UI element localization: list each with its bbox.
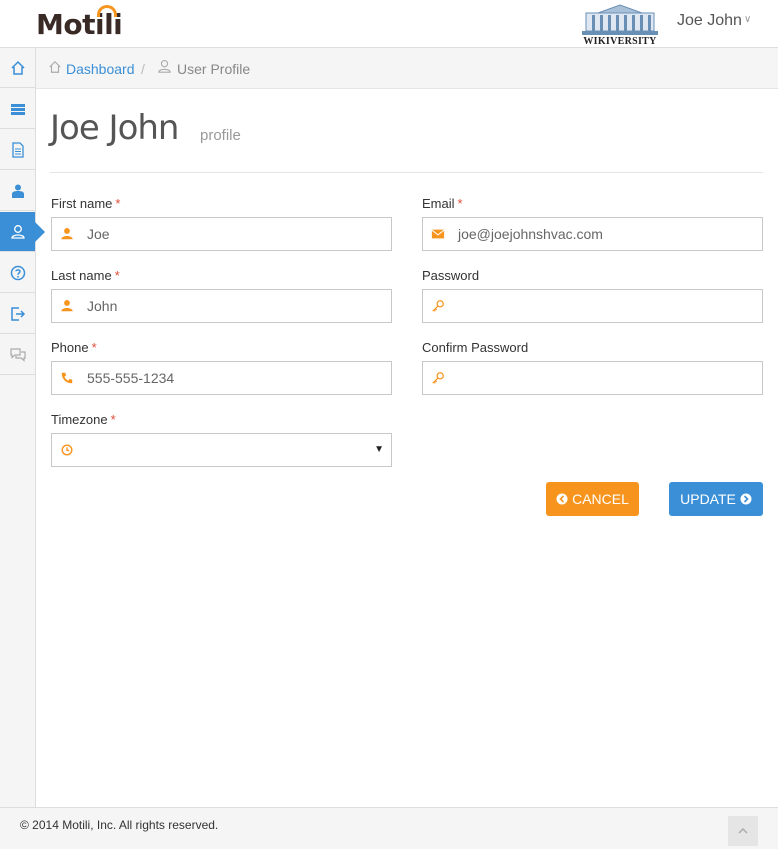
required-marker: * (115, 196, 121, 211)
confirm-password-label: Confirm Password (422, 340, 529, 355)
user-menu[interactable]: Joe John (677, 12, 742, 30)
footer: © 2014 Motili, Inc. All rights reserved. (0, 807, 778, 849)
key-icon (432, 300, 444, 312)
logout-icon (10, 306, 25, 321)
email-field[interactable]: joe@joejohnshvac.com (422, 217, 763, 251)
document-icon (11, 141, 24, 158)
list-icon (10, 103, 25, 115)
last-name-value: John (87, 298, 118, 314)
user-icon (10, 224, 25, 239)
timezone-label: Timezone * (51, 412, 116, 427)
breadcrumb: Dashboard / User Profile (36, 48, 778, 89)
user-icon (61, 300, 73, 312)
arrow-circle-right-icon (740, 493, 752, 505)
chevron-up-icon (738, 828, 748, 834)
chevron-down-icon[interactable]: ∨ (744, 14, 751, 25)
page-subtitle: profile (200, 127, 241, 144)
first-name-value: Joe (87, 226, 110, 242)
email-label: Email * (422, 196, 463, 211)
phone-value: 555-555-1234 (87, 370, 175, 386)
breadcrumb-dashboard-link[interactable]: Dashboard (66, 61, 135, 77)
password-field[interactable] (422, 289, 763, 323)
update-button-label: UPDATE (680, 491, 736, 507)
sidebar-item-profile[interactable] (0, 212, 45, 252)
email-value: joe@joejohnshvac.com (458, 226, 603, 242)
sidebar-item-chat[interactable] (0, 335, 35, 375)
required-marker: * (91, 340, 97, 355)
sidebar-item-contractor[interactable] (0, 171, 35, 211)
chat-icon (9, 347, 26, 362)
arrow-circle-left-icon (556, 493, 568, 505)
key-icon (432, 372, 444, 384)
user-icon (158, 60, 171, 73)
sidebar-item-help[interactable] (0, 253, 35, 293)
sidebar-item-logout[interactable] (0, 294, 35, 334)
help-icon (10, 265, 25, 280)
breadcrumb-separator: / (141, 61, 145, 77)
contractor-icon (11, 184, 24, 198)
building-icon (582, 4, 658, 35)
phone-icon (61, 372, 73, 384)
wikiversity-label: WIKIVERSITY (583, 36, 657, 47)
wikiversity-logo: WIKIVERSITY (578, 3, 662, 47)
caret-down-icon: ▼ (374, 444, 384, 455)
required-marker: * (110, 412, 116, 427)
sidebar-item-documents[interactable] (0, 130, 35, 170)
first-name-field[interactable]: Joe (51, 217, 392, 251)
last-name-field[interactable]: John (51, 289, 392, 323)
top-bar: Motili WIKIVERSITY Joe John ∨ (0, 0, 778, 48)
page-title: Joe John (50, 108, 179, 148)
title-divider (50, 172, 763, 173)
timezone-select[interactable]: ▼ (51, 433, 392, 467)
phone-field[interactable]: 555-555-1234 (51, 361, 392, 395)
sidebar-item-list[interactable] (0, 89, 35, 129)
phone-label: Phone * (51, 340, 97, 355)
cancel-button-label: CANCEL (572, 491, 629, 507)
update-button[interactable]: UPDATE (669, 482, 763, 516)
breadcrumb-current: User Profile (177, 61, 251, 77)
home-icon (49, 60, 61, 73)
sidebar (0, 48, 45, 807)
scroll-to-top-button[interactable] (728, 816, 758, 846)
home-icon (10, 60, 25, 75)
first-name-label: First name * (51, 196, 121, 211)
password-label: Password (422, 268, 480, 283)
required-marker: * (114, 268, 120, 283)
last-name-label: Last name * (51, 268, 120, 283)
user-icon (61, 228, 73, 240)
clock-icon (61, 444, 73, 456)
logo-arc-icon (97, 5, 117, 17)
confirm-password-field[interactable] (422, 361, 763, 395)
required-marker: * (457, 196, 463, 211)
copyright-text: © 2014 Motili, Inc. All rights reserved. (20, 818, 219, 832)
sidebar-item-home[interactable] (0, 48, 35, 88)
envelope-icon (431, 229, 445, 239)
cancel-button[interactable]: CANCEL (546, 482, 639, 516)
